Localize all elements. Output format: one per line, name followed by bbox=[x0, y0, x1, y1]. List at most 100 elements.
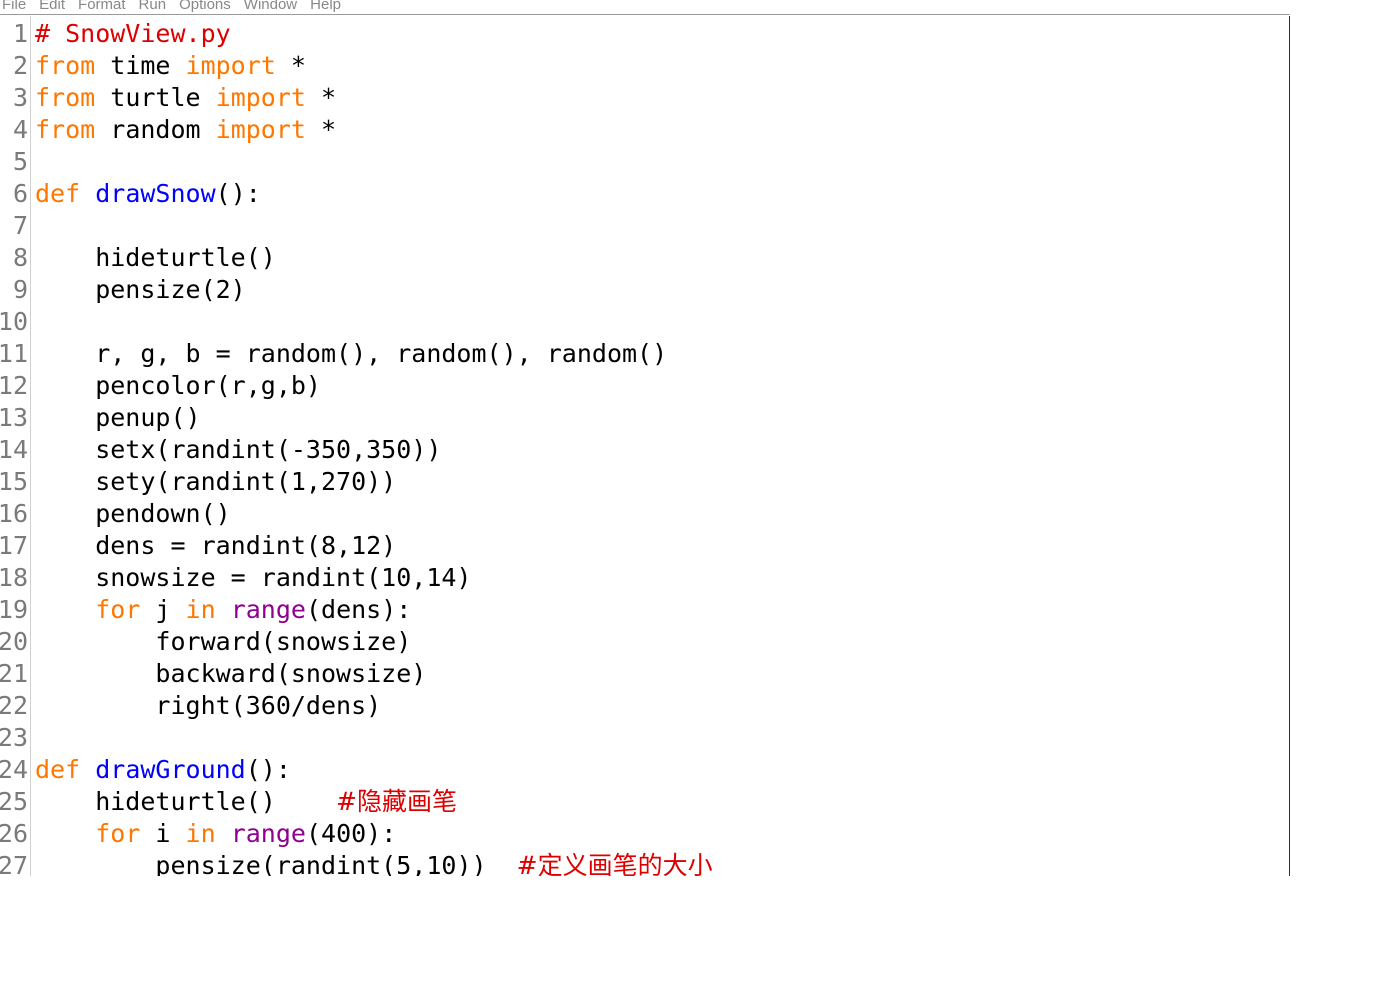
code-token: pensize(randint(5,10)) bbox=[35, 851, 517, 876]
code-token: penup() bbox=[35, 403, 201, 432]
line-number: 15 bbox=[0, 467, 28, 496]
code-token: range bbox=[230, 595, 306, 624]
code-text: forward(snowsize) bbox=[35, 626, 411, 658]
code-text: pensize(2) bbox=[35, 274, 246, 306]
code-token: import bbox=[215, 83, 306, 112]
line-number: 8 bbox=[12, 243, 28, 272]
code-text: for i in range(400): bbox=[35, 818, 396, 850]
code-token: drawGround bbox=[95, 755, 246, 784]
line-number: 20 bbox=[0, 627, 28, 656]
code-token: (): bbox=[215, 179, 261, 208]
code-token: pendown() bbox=[35, 499, 231, 528]
line-number: 7 bbox=[12, 211, 28, 240]
code-token: def bbox=[35, 755, 81, 784]
code-token: def bbox=[35, 179, 81, 208]
code-token: import bbox=[215, 115, 306, 144]
menu-file[interactable]: File bbox=[2, 0, 26, 12]
line-number: 14 bbox=[0, 435, 28, 464]
code-token: (dens): bbox=[305, 595, 412, 624]
code-token: sety(randint(1,270)) bbox=[35, 467, 397, 496]
code-token: #定义画笔的大小 bbox=[516, 851, 713, 876]
code-token: turtle bbox=[95, 83, 216, 112]
code-token: range bbox=[230, 819, 306, 848]
line-number: 21 bbox=[0, 659, 28, 688]
line-number: 22 bbox=[0, 691, 28, 720]
code-text: pensize(randint(5,10)) #定义画笔的大小 bbox=[35, 850, 713, 876]
menu-help[interactable]: Help bbox=[310, 0, 341, 12]
code-editor[interactable]: 1 # SnowView.py 2 from time import * 3 from t… bbox=[0, 16, 1290, 876]
menu-run[interactable]: Run bbox=[139, 0, 167, 12]
code-token: hideturtle() bbox=[35, 243, 276, 272]
code-token: i bbox=[140, 819, 186, 848]
line-number: 6 bbox=[12, 179, 28, 208]
line-number: 10 bbox=[0, 307, 28, 336]
code-token: j bbox=[140, 595, 186, 624]
code-text: pencolor(r,g,b) bbox=[35, 370, 321, 402]
code-token: (): bbox=[245, 755, 291, 784]
code-text: pendown() bbox=[35, 498, 231, 530]
menu-window[interactable]: Window bbox=[244, 0, 297, 12]
code-token: r, g, b = random(), random(), random() bbox=[35, 339, 668, 368]
code-token: * bbox=[275, 51, 306, 80]
code-text: penup() bbox=[35, 402, 201, 434]
code-token: forward(snowsize) bbox=[35, 627, 412, 656]
code-token: dens = randint(8,12) bbox=[35, 531, 397, 560]
code-text: hideturtle() #隐藏画笔 bbox=[35, 786, 457, 818]
line-number: 24 bbox=[0, 755, 28, 784]
line-number: 16 bbox=[0, 499, 28, 528]
code-text: for j in range(dens): bbox=[35, 594, 411, 626]
code-token: for bbox=[95, 819, 141, 848]
line-number: 23 bbox=[0, 723, 28, 752]
code-text: snowsize = randint(10,14) bbox=[35, 562, 472, 594]
line-number: 9 bbox=[12, 275, 28, 304]
code-text: from random import * bbox=[35, 114, 336, 146]
code-text: from turtle import * bbox=[35, 82, 336, 114]
line-number: 5 bbox=[12, 147, 28, 176]
code-text: r, g, b = random(), random(), random() bbox=[35, 338, 667, 370]
code-text: # SnowView.py bbox=[35, 18, 231, 50]
code-token: random bbox=[95, 115, 216, 144]
menu-bar: File Edit Format Run Options Window Help bbox=[0, 0, 1290, 15]
code-text: backward(snowsize) bbox=[35, 658, 426, 690]
line-number: 3 bbox=[12, 83, 28, 112]
menu-options[interactable]: Options bbox=[179, 0, 231, 12]
code-token: time bbox=[95, 51, 186, 80]
code-token: snowsize = randint(10,14) bbox=[35, 563, 472, 592]
code-token: in bbox=[185, 595, 216, 624]
code-token: hideturtle() bbox=[35, 787, 337, 816]
code-token: pencolor(r,g,b) bbox=[35, 371, 321, 400]
code-token: * bbox=[305, 83, 337, 112]
line-number: 25 bbox=[0, 787, 28, 816]
code-token: * bbox=[305, 115, 337, 144]
menu-edit[interactable]: Edit bbox=[39, 0, 65, 12]
line-number: 2 bbox=[12, 51, 28, 80]
code-token: drawSnow bbox=[95, 179, 216, 208]
line-number: 4 bbox=[12, 115, 28, 144]
code-token: #隐藏画笔 bbox=[336, 787, 457, 816]
line-number: 19 bbox=[0, 595, 28, 624]
line-number: 17 bbox=[0, 531, 28, 560]
code-text: def drawSnow(): bbox=[35, 178, 261, 210]
code-token: in bbox=[185, 819, 216, 848]
code-token: from bbox=[35, 51, 96, 80]
line-number: 1 bbox=[12, 19, 28, 48]
code-text: sety(randint(1,270)) bbox=[35, 466, 396, 498]
code-text: right(360/dens) bbox=[35, 690, 381, 722]
code-token: pensize(2) bbox=[35, 275, 246, 304]
code-text: dens = randint(8,12) bbox=[35, 530, 396, 562]
line-number: 18 bbox=[0, 563, 28, 592]
code-token: setx(randint(-350,350)) bbox=[35, 435, 442, 464]
code-token: right(360/dens) bbox=[35, 691, 382, 720]
line-number: 26 bbox=[0, 819, 28, 848]
menu-format[interactable]: Format bbox=[78, 0, 126, 12]
line-number: 13 bbox=[0, 403, 28, 432]
line-number: 11 bbox=[0, 339, 28, 368]
code-text: setx(randint(-350,350)) bbox=[35, 434, 441, 466]
code-token: import bbox=[185, 51, 276, 80]
